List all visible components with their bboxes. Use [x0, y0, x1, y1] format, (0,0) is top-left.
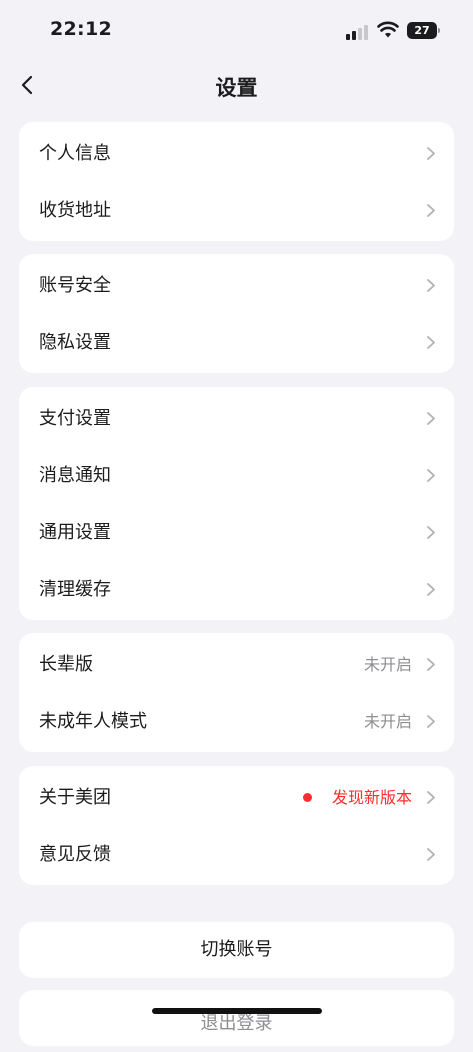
row-label: 清理缓存: [39, 579, 111, 600]
settings-row-minor-mode[interactable]: 未成年人模式 未开启: [19, 693, 454, 750]
settings-row-clear-cache[interactable]: 清理缓存: [19, 561, 454, 618]
chevron-right-icon: [427, 412, 435, 425]
settings-row-account-security[interactable]: 账号安全: [19, 257, 454, 314]
page-title: 设置: [215, 76, 258, 100]
row-label: 未成年人模式: [39, 711, 147, 732]
battery-level: 27: [414, 24, 430, 37]
elder-mode-status: 未开启: [363, 655, 412, 674]
settings-row-payment[interactable]: 支付设置: [19, 390, 454, 447]
logout-button[interactable]: 退出登录: [19, 990, 454, 1046]
settings-row-elder-mode[interactable]: 长辈版 未开启: [19, 636, 454, 693]
settings-row-privacy[interactable]: 隐私设置: [19, 314, 454, 371]
cellular-signal-icon: [346, 24, 370, 40]
chevron-right-icon: [427, 147, 435, 160]
settings-group-profile: 个人信息 收货地址: [19, 122, 454, 241]
settings-row-feedback[interactable]: 意见反馈: [19, 826, 454, 883]
row-label: 账号安全: [39, 275, 111, 296]
chevron-right-icon: [427, 336, 435, 349]
home-indicator: [152, 1008, 322, 1014]
settings-row-about[interactable]: 关于美团 发现新版本: [19, 769, 454, 826]
status-time: 22:12: [50, 18, 112, 40]
settings-group-about: 关于美团 发现新版本 意见反馈: [19, 766, 454, 885]
new-version-dot-icon: [303, 793, 312, 802]
chevron-right-icon: [427, 791, 435, 804]
row-label: 通用设置: [39, 522, 111, 543]
status-bar: 22:12 27: [0, 0, 473, 62]
switch-account-label: 切换账号: [200, 939, 273, 960]
row-label: 长辈版: [39, 654, 93, 675]
chevron-right-icon: [427, 715, 435, 728]
settings-row-general[interactable]: 通用设置: [19, 504, 454, 561]
row-label: 关于美团: [39, 787, 111, 808]
settings-row-personal-info[interactable]: 个人信息: [19, 125, 454, 182]
row-label: 意见反馈: [39, 844, 111, 865]
logout-label: 退出登录: [200, 1013, 273, 1034]
chevron-right-icon: [427, 526, 435, 539]
row-label: 隐私设置: [39, 332, 111, 353]
chevron-right-icon: [427, 279, 435, 292]
switch-account-button[interactable]: 切换账号: [19, 922, 454, 978]
row-label: 消息通知: [39, 465, 111, 486]
settings-group-security: 账号安全 隐私设置: [19, 254, 454, 373]
chevron-right-icon: [427, 583, 435, 596]
settings-row-shipping-address[interactable]: 收货地址: [19, 182, 454, 239]
new-version-badge: 发现新版本: [331, 788, 412, 807]
chevron-right-icon: [427, 204, 435, 217]
row-label: 个人信息: [39, 143, 111, 164]
row-label: 收货地址: [39, 200, 111, 221]
chevron-right-icon: [427, 469, 435, 482]
row-label: 支付设置: [39, 408, 111, 429]
battery-icon: 27: [407, 22, 440, 39]
settings-group-modes: 长辈版 未开启 未成年人模式 未开启: [19, 633, 454, 752]
chevron-right-icon: [427, 658, 435, 671]
wifi-icon: [377, 21, 399, 38]
chevron-right-icon: [427, 848, 435, 861]
settings-row-notifications[interactable]: 消息通知: [19, 447, 454, 504]
minor-mode-status: 未开启: [363, 712, 412, 731]
navigation-bar: 设置: [0, 62, 473, 110]
settings-group-general: 支付设置 消息通知 通用设置 清理缓存: [19, 387, 454, 620]
